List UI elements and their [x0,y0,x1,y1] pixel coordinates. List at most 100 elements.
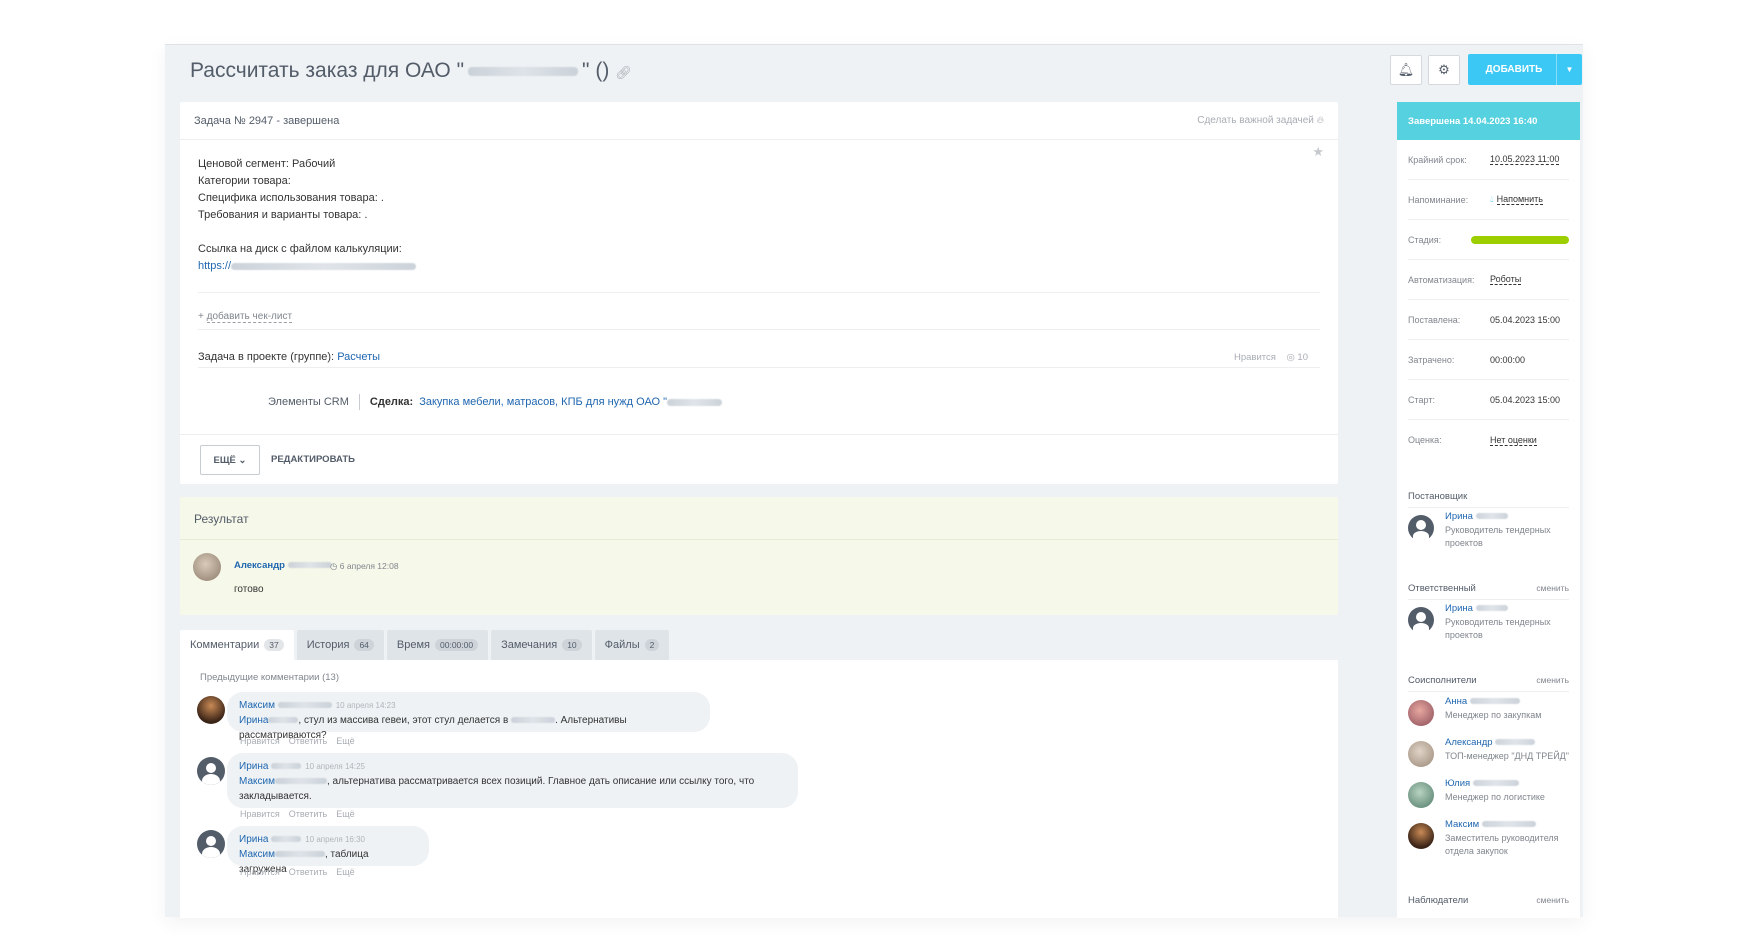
comment-mention[interactable]: Максим [239,849,275,860]
tab-history[interactable]: История 64 [296,630,384,660]
gear-icon: ⚙ [1438,62,1450,77]
avatar[interactable] [197,830,225,858]
avatar[interactable] [197,757,225,785]
settings-button[interactable]: ⚙ [1428,55,1460,85]
comment-author[interactable]: Максим [239,700,275,711]
person-position: Менеджер по закупкам [1445,710,1542,720]
reminder-link[interactable]: Напомнить [1496,194,1543,205]
creator-section: Постановщик [1408,491,1569,508]
observers-section: Наблюдатели сменить [1408,895,1569,911]
person-name[interactable]: Александр [1445,737,1536,748]
crm-elements: Элементы CRM Сделка: Закупка мебели, мат… [268,394,723,410]
link-text[interactable]: https:// [198,260,231,272]
more-link[interactable]: Ещё [336,867,354,877]
reminder-row: Напоминание: 💧︎ Напомнить [1408,180,1569,220]
tab-comments[interactable]: Комментарии 37 [180,630,294,660]
comment-time: 10 апреля 14:23 [335,701,396,710]
robots-link[interactable]: Роботы [1490,274,1522,285]
coexecutor-person: Юлия Менеджер по логистике [1408,776,1572,816]
deadline-value[interactable]: 10.05.2023 11:00 [1490,154,1560,165]
edit-button[interactable]: РЕДАКТИРОВАТЬ [271,454,355,465]
more-link[interactable]: Ещё [336,809,354,819]
status-banner: Завершена 14.04.2023 16:40 [1397,102,1580,140]
like-link[interactable]: Нравится [240,736,280,746]
result-panel: Результат Александр ◷ 6 апреля 12:08 гот… [180,497,1338,615]
deal-link[interactable]: Закупка мебели, матрасов, КПБ для нужд О… [419,396,723,408]
avatar[interactable] [1408,515,1434,541]
avatar[interactable] [1408,741,1434,767]
tab-count: 00:00:00 [435,639,479,651]
star-icon[interactable]: ★ [1312,144,1324,160]
tab-label: Время [396,639,430,651]
reply-link[interactable]: Ответить [289,736,327,746]
change-link[interactable]: сменить [1536,895,1569,906]
add-checklist-link[interactable]: + добавить чек-лист [198,311,293,323]
change-link[interactable]: сменить [1536,583,1569,594]
make-important-link[interactable]: Сделать важной задачей 🔥︎ [1197,115,1324,126]
description-line: Специфика использования товара: . [198,192,384,204]
avatar[interactable] [1408,823,1434,849]
coexecutors-section: Соисполнители сменить [1408,675,1569,692]
calculation-link[interactable]: https:// [198,258,417,275]
more-button[interactable]: ЕЩЁ ⌄ [200,445,260,475]
created-row: Поставлена: 05.04.2023 15:00 [1408,300,1569,340]
reply-link[interactable]: Ответить [289,809,327,819]
spent-value: 00:00:00 [1490,354,1526,365]
name-text: Максим [1445,819,1480,830]
rating-link[interactable]: Нет оценки [1490,435,1537,446]
person-name[interactable]: Юлия [1445,778,1519,789]
add-button[interactable]: ДОБАВИТЬ ▼ [1468,54,1582,85]
change-link[interactable]: сменить [1536,675,1569,686]
avatar[interactable] [197,696,225,724]
page-header: Рассчитать заказ для ОАО " " () 🔗︎ 🔔︎ ⚙ ДО… [165,45,1583,101]
result-author[interactable]: Александр [234,560,332,571]
comment-author[interactable]: Ирина [239,834,268,845]
stage-bar[interactable] [1471,235,1569,244]
like-link[interactable]: Нравится [1234,352,1276,363]
chevron-down-icon[interactable]: ▼ [1556,54,1582,85]
link-icon[interactable]: 🔗︎ [615,65,632,80]
person-name[interactable]: Ирина [1445,603,1508,614]
avatar[interactable] [193,553,221,581]
like-link[interactable]: Нравится [240,867,280,877]
task-heading: Задача № 2947 - завершена [194,114,340,127]
tab-files[interactable]: Файлы 2 [594,630,670,660]
more-link[interactable]: Ещё [336,736,354,746]
coexecutor-person: Максим Заместитель руководителя отдела з… [1408,817,1572,857]
person-position: ТОП-менеджер "ДНД ТРЕЙД" [1445,751,1569,761]
person-name[interactable]: Ирина [1445,511,1508,522]
avatar[interactable] [1408,700,1434,726]
person-name[interactable]: Анна [1445,696,1520,707]
comment-mention[interactable]: Ирина [239,715,268,726]
reply-link[interactable]: Ответить [289,867,327,877]
task-sidebar: Завершена 14.04.2023 16:40 Крайний срок:… [1397,102,1580,918]
person-name[interactable]: Максим [1445,819,1536,830]
result-text: готово [234,584,264,595]
tab-remarks[interactable]: Замечания 10 [491,630,592,660]
section-title: Наблюдатели [1408,895,1469,906]
tab-label: История [306,639,350,651]
notifications-button[interactable]: 🔔︎ [1390,55,1422,85]
row-label: Крайний срок: [1408,154,1467,165]
avatar[interactable] [1408,782,1434,808]
tab-count: 2 [644,639,660,651]
coexecutor-person: Александр ТОП-менеджер "ДНД ТРЕЙД" [1408,735,1572,775]
project-label: Задача в проекте (группе): [198,351,335,363]
redacted-text [287,562,332,569]
result-title: Результат [194,512,249,526]
avatar[interactable] [1408,607,1434,633]
person-position: Менеджер по логистике [1445,792,1545,802]
deadline-row: Крайний срок: 10.05.2023 11:00 [1408,140,1569,180]
redacted-text [274,851,325,858]
tab-time[interactable]: Время 00:00:00 [386,630,489,660]
like-link[interactable]: Нравится [240,809,280,819]
deal-label: Сделка: [369,396,414,408]
project-link[interactable]: Расчеты [337,351,380,363]
comment-text: закладывается. [239,791,312,802]
previous-comments-link[interactable]: Предыдущие комментарии (13) [200,672,339,683]
comment-mention[interactable]: Максим [239,776,275,787]
start-row: Старт: 05.04.2023 15:00 [1408,380,1569,420]
comment-author[interactable]: Ирина [239,761,268,772]
comment-bubble: Максим 10 апреля 14:23 Ирина , стул из ма… [227,692,710,741]
comment-text: , стул из массива гевеи, этот стул делае… [298,715,512,726]
